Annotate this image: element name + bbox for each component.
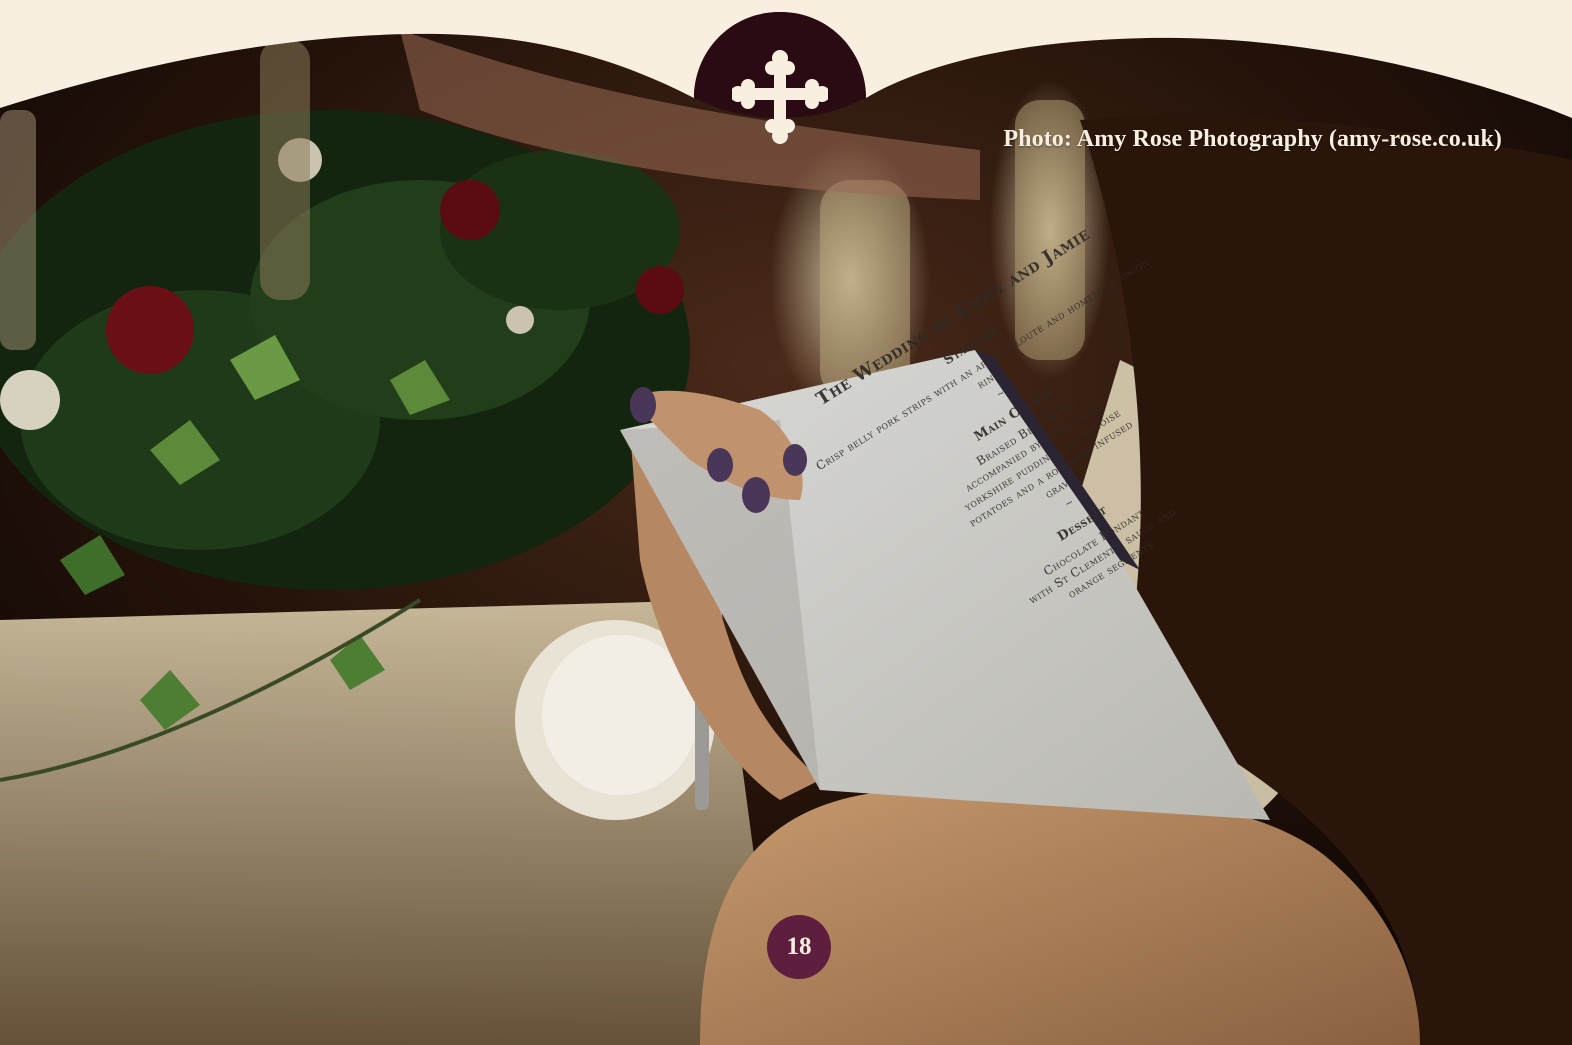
cross-emblem-icon bbox=[732, 50, 828, 144]
page-number-badge: 18 bbox=[767, 915, 831, 979]
magazine-page: The Wedding of Emily and Jamie Starters … bbox=[0, 0, 1572, 1045]
page-number: 18 bbox=[786, 933, 812, 960]
wedding-menu-photo bbox=[0, 0, 1572, 1045]
photo-credit: Photo: Amy Rose Photography (amy-rose.co… bbox=[1003, 126, 1502, 152]
photo-illustration bbox=[0, 0, 1572, 1045]
